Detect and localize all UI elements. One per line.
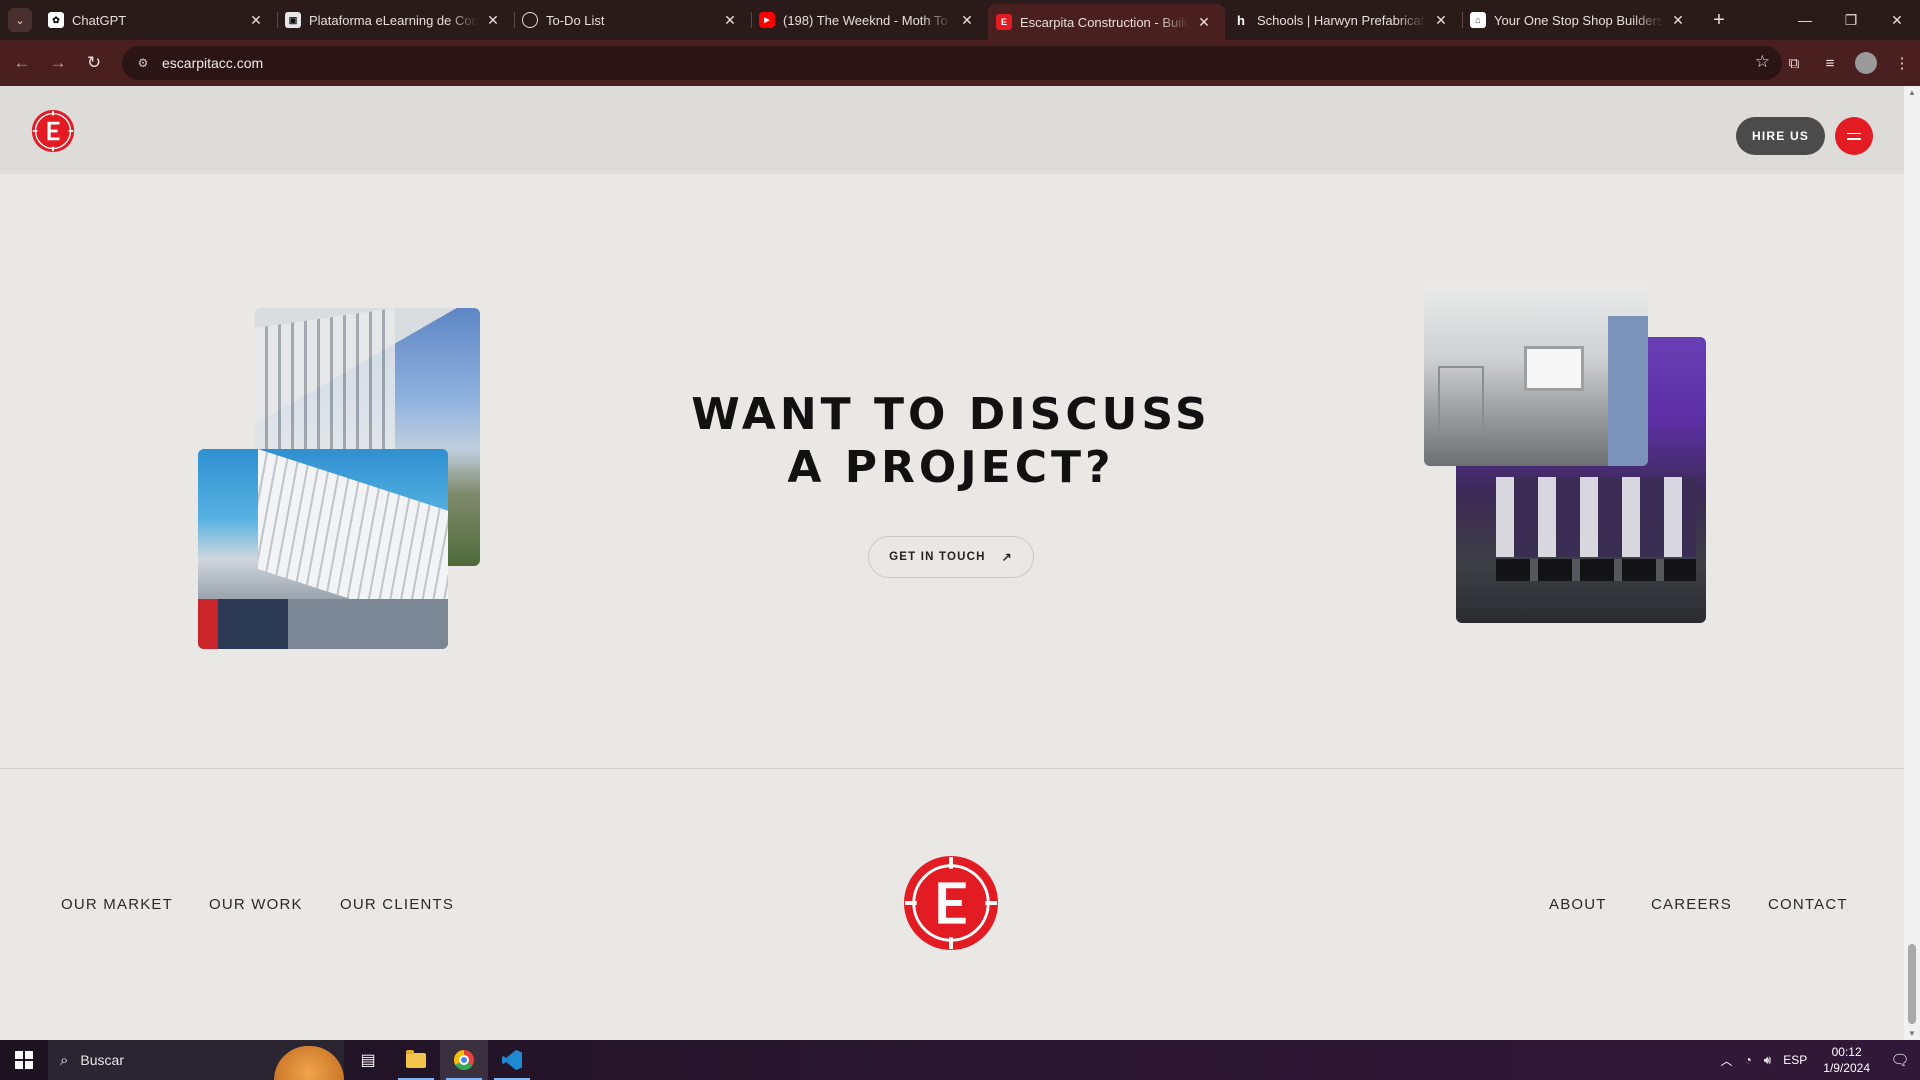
harwyn-icon: h [1237, 12, 1245, 28]
task-view-icon[interactable]: ▤ [344, 1040, 392, 1080]
footer-divider [0, 768, 1904, 769]
webpage: HIRE US WANT TO DISCUSS A PROJECT? GET I… [0, 86, 1904, 1040]
escarpita-icon: E [996, 14, 1012, 30]
system-tray: ︿ ◔ 🔊︎ ESP 00:12 1/9/2024 🗨︎ [1714, 1040, 1920, 1080]
vscode-taskbar-icon[interactable] [488, 1040, 536, 1080]
tab-harwyn[interactable]: h Schools | Harwyn Prefabricated ✕ [1225, 0, 1462, 40]
taskbar-search-placeholder: Buscar [80, 1052, 124, 1068]
clock-time: 00:12 [1831, 1045, 1862, 1059]
airport-interior-photo [198, 449, 448, 649]
avatar[interactable] [1855, 52, 1877, 74]
tab-title: (198) The Weeknd - Moth To A Flame [783, 12, 952, 28]
browser-tab-bar: ⌄ ✿ ChatGPT ✕ ▣ Plataforma eLearning de … [0, 0, 1920, 40]
close-icon[interactable]: ✕ [484, 11, 502, 29]
cta-heading-line1: WANT TO DISCUSS [691, 389, 1211, 440]
page-scrollbar[interactable]: ▲ ▼ [1904, 86, 1920, 1040]
close-icon[interactable]: ✕ [1195, 13, 1213, 31]
cta-heading: WANT TO DISCUSS A PROJECT? [600, 388, 1302, 494]
hamburger-menu-icon[interactable] [1835, 117, 1873, 155]
footer-link-careers[interactable]: CAREERS [1651, 896, 1732, 913]
file-explorer-icon[interactable] [392, 1040, 440, 1080]
get-in-touch-label: GET IN TOUCH [889, 551, 986, 563]
coderhouse-icon: ▣ [285, 12, 301, 28]
tab-todo[interactable]: To-Do List ✕ [514, 0, 751, 40]
tab-title: Plataforma eLearning de Coderhouse [309, 12, 478, 28]
tab-chatgpt[interactable]: ✿ ChatGPT ✕ [40, 0, 277, 40]
search-highlight-image [274, 1046, 344, 1080]
bookmark-star-icon[interactable]: ☆ [1755, 52, 1770, 72]
taskbar-search[interactable]: ⌕ Buscar [48, 1040, 344, 1080]
footer-link-our-market[interactable]: OUR MARKET [61, 896, 173, 913]
volume-icon[interactable]: 🔊︎ [1758, 1053, 1778, 1068]
start-button[interactable] [0, 1040, 48, 1080]
globe-icon [522, 12, 538, 28]
escarpita-footer-logo[interactable] [902, 854, 1000, 952]
builders-icon: ⌂ [1470, 12, 1486, 28]
extensions-icon[interactable]: ⧉ [1776, 45, 1812, 81]
footer-link-contact[interactable]: CONTACT [1768, 896, 1848, 913]
back-icon[interactable]: ← [4, 45, 40, 81]
address-bar[interactable]: ⚙ escarpitacc.com ☆ [122, 46, 1782, 80]
hire-us-button[interactable]: HIRE US [1736, 117, 1825, 155]
footer-link-our-clients[interactable]: OUR CLIENTS [340, 896, 454, 913]
scroll-down-arrow-icon[interactable]: ▼ [1908, 1029, 1916, 1038]
cta-heading-line2: A PROJECT? [787, 442, 1115, 493]
close-icon[interactable]: ✕ [958, 11, 976, 29]
chrome-taskbar-icon[interactable] [440, 1040, 488, 1080]
chevron-down-icon: ⌄ [8, 8, 32, 32]
clock-date: 1/9/2024 [1823, 1061, 1870, 1075]
close-icon[interactable]: ✕ [1669, 11, 1687, 29]
scroll-up-arrow-icon[interactable]: ▲ [1908, 88, 1916, 97]
site-info-icon[interactable]: ⚙ [130, 50, 156, 76]
toolbar-actions: ⧉ ≡ ⋮ [1776, 40, 1920, 86]
more-menu-icon[interactable]: ⋮ [1884, 45, 1920, 81]
language-indicator[interactable]: ESP [1777, 1053, 1813, 1067]
tab-escarpita[interactable]: E Escarpita Construction - Building ✕ [988, 4, 1225, 40]
arrow-up-right-icon: ↗ [1001, 550, 1013, 564]
tab-search-button[interactable]: ⌄ [0, 0, 40, 40]
browser-toolbar: ← → ↻ ⚙ escarpitacc.com ☆ ⧉ ≡ ⋮ [0, 40, 1920, 86]
forward-icon[interactable]: → [40, 45, 76, 81]
media-controls-icon[interactable]: ≡ [1812, 45, 1848, 81]
chatgpt-icon: ✿ [48, 12, 64, 28]
url-text: escarpitacc.com [162, 55, 264, 71]
notifications-icon[interactable]: 🗨︎ [1880, 1051, 1920, 1069]
scrollbar-thumb[interactable] [1908, 944, 1916, 1024]
chevron-up-icon[interactable]: ︿ [1714, 1052, 1738, 1069]
close-window-icon[interactable]: ✕ [1874, 0, 1920, 40]
close-icon[interactable]: ✕ [721, 11, 739, 29]
laboratory-photo [1424, 286, 1648, 466]
tab-builders[interactable]: ⌂ Your One Stop Shop Builders in ✕ [1462, 0, 1699, 40]
minimize-icon[interactable]: — [1782, 0, 1828, 40]
escarpita-logo[interactable] [30, 108, 76, 154]
site-header: HIRE US [0, 86, 1904, 174]
windows-taskbar: ⌕ Buscar ▤ ︿ ◔ 🔊︎ ESP 00:12 1/9/2024 🗨︎ [0, 1040, 1920, 1080]
tab-title: Escarpita Construction - Building [1020, 14, 1189, 30]
restore-icon[interactable]: ❐ [1828, 0, 1874, 40]
footer-link-about[interactable]: ABOUT [1549, 896, 1607, 913]
reload-icon[interactable]: ↻ [76, 45, 112, 81]
close-icon[interactable]: ✕ [247, 11, 265, 29]
new-tab-button[interactable]: + [1703, 4, 1735, 36]
tab-title: Schools | Harwyn Prefabricated [1257, 12, 1426, 28]
footer-link-our-work[interactable]: OUR WORK [209, 896, 303, 913]
youtube-icon: ▶ [759, 12, 775, 28]
clock[interactable]: 00:12 1/9/2024 [1813, 1044, 1880, 1076]
tab-title: Your One Stop Shop Builders in [1494, 12, 1663, 28]
search-icon: ⌕ [60, 1051, 69, 1069]
get-in-touch-button[interactable]: GET IN TOUCH ↗ [868, 536, 1034, 578]
tab-title: To-Do List [546, 12, 605, 28]
tab-title: ChatGPT [72, 12, 127, 28]
tab-coderhouse[interactable]: ▣ Plataforma eLearning de Coderhouse ✕ [277, 0, 514, 40]
network-icon[interactable]: ◔ [1738, 1053, 1757, 1067]
windows-logo-icon [15, 1051, 33, 1069]
close-icon[interactable]: ✕ [1432, 11, 1450, 29]
window-controls: — ❐ ✕ [1782, 0, 1920, 40]
tab-youtube[interactable]: ▶ (198) The Weeknd - Moth To A Flame ✕ [751, 0, 988, 40]
